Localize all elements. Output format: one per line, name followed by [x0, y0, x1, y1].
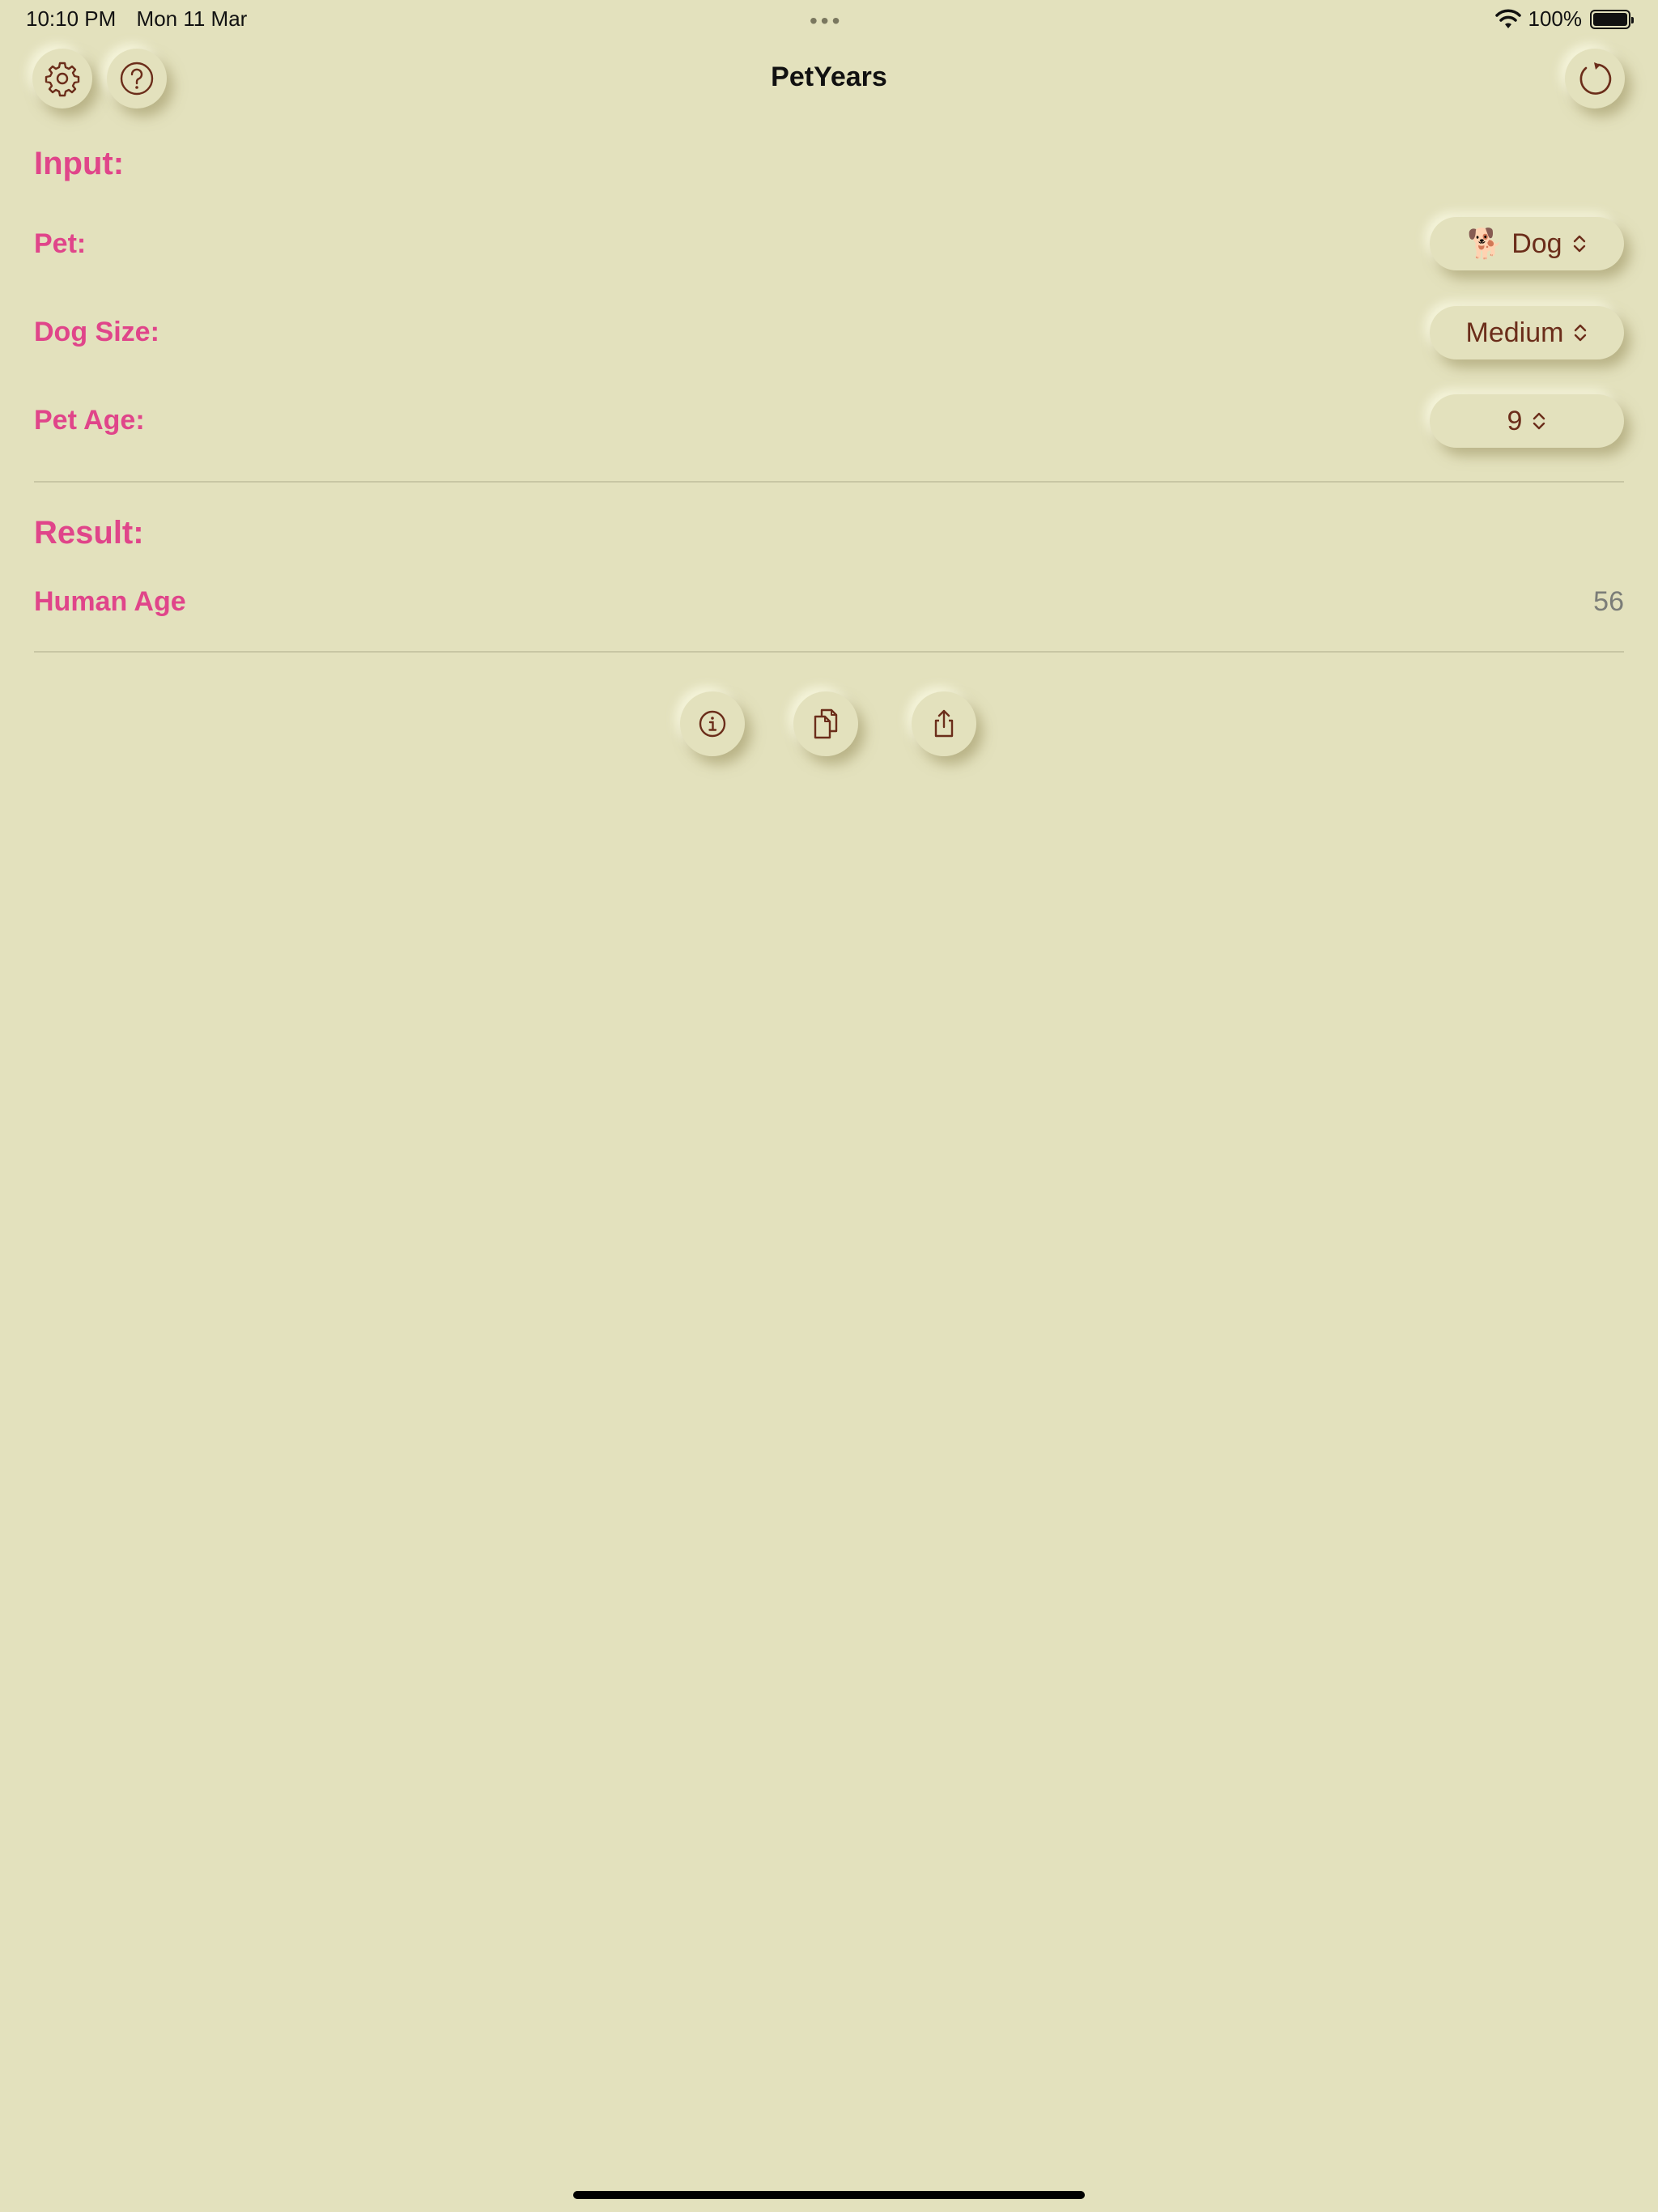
- chevron-up-down-icon: [1533, 412, 1545, 430]
- status-time-date: 10:10 PM Mon 11 Mar: [26, 6, 261, 32]
- multitasking-dots[interactable]: •••: [810, 8, 843, 34]
- pet-picker[interactable]: 🐕 Dog: [1430, 217, 1624, 270]
- status-indicators: 100%: [1494, 6, 1634, 32]
- info-icon: [699, 710, 726, 738]
- copy-icon: [814, 708, 838, 739]
- pet-picker-value: Dog: [1511, 228, 1562, 259]
- result-heading: Result:: [34, 515, 144, 551]
- status-time: 10:10 PM: [26, 6, 117, 31]
- human-age-value: 56: [1593, 586, 1624, 617]
- reset-button[interactable]: [1565, 49, 1625, 108]
- dog-size-picker[interactable]: Medium: [1430, 306, 1624, 359]
- chevron-up-down-icon: [1573, 235, 1585, 253]
- info-button[interactable]: [680, 691, 745, 756]
- wifi-icon: [1494, 9, 1521, 28]
- status-bar: 10:10 PM Mon 11 Mar ••• 100%: [0, 0, 1658, 39]
- dog-size-label: Dog Size:: [34, 317, 159, 347]
- pet-label: Pet:: [34, 228, 87, 259]
- chevron-up-down-icon: [1575, 324, 1587, 342]
- dog-size-picker-value: Medium: [1465, 317, 1564, 348]
- share-button[interactable]: [912, 691, 976, 756]
- home-indicator[interactable]: [573, 2191, 1085, 2199]
- screen: 10:10 PM Mon 11 Mar ••• 100% PetYears In…: [0, 0, 1658, 2212]
- copy-button[interactable]: [793, 691, 858, 756]
- refresh-icon: [1579, 62, 1612, 95]
- share-icon: [934, 709, 954, 738]
- page-title: PetYears: [771, 62, 887, 92]
- pet-age-label: Pet Age:: [34, 405, 145, 436]
- divider: [34, 651, 1624, 653]
- input-heading: Input:: [34, 146, 125, 181]
- dog-icon: 🐕: [1467, 227, 1504, 260]
- battery-percent: 100%: [1528, 6, 1583, 31]
- human-age-label: Human Age: [34, 586, 186, 617]
- pet-age-picker[interactable]: 9: [1430, 394, 1624, 448]
- battery-icon: [1590, 9, 1634, 29]
- pet-age-picker-value: 9: [1507, 405, 1523, 436]
- divider: [34, 481, 1624, 483]
- status-date: Mon 11 Mar: [136, 6, 248, 31]
